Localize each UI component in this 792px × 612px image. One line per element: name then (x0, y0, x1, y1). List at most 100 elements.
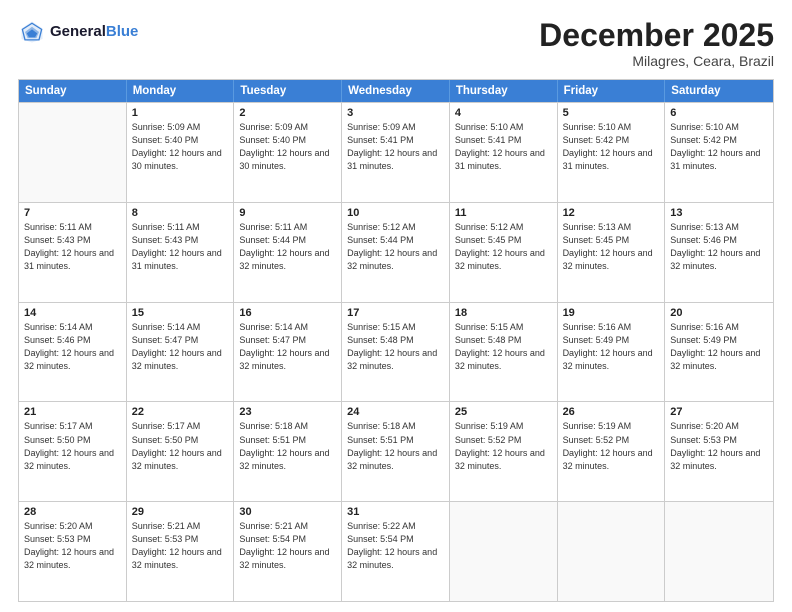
calendar-header: SundayMondayTuesdayWednesdayThursdayFrid… (19, 80, 773, 102)
day-number: 3 (347, 107, 444, 119)
logo-icon (18, 18, 46, 46)
calendar-cell: 26 Sunrise: 5:19 AM Sunset: 5:52 PM Dayli… (558, 402, 666, 501)
calendar-cell: 20 Sunrise: 5:16 AM Sunset: 5:49 PM Dayli… (665, 303, 773, 402)
calendar-cell: 12Sunrise: 5:13 AM Sunset: 5:45 PM Dayli… (558, 203, 666, 302)
month-title: December 2025 (539, 18, 774, 53)
day-number: 30 (239, 506, 336, 518)
calendar-cell: 18 Sunrise: 5:15 AM Sunset: 5:48 PM Dayli… (450, 303, 558, 402)
calendar-cell (19, 103, 127, 202)
calendar-cell (665, 502, 773, 601)
day-info: Sunrise: 5:10 AM Sunset: 5:41 PM Dayligh… (455, 121, 552, 173)
day-info: Sunrise: 5:16 AM Sunset: 5:49 PM Dayligh… (563, 321, 660, 373)
day-number: 7 (24, 207, 121, 219)
calendar-cell: 13Sunrise: 5:13 AM Sunset: 5:46 PM Dayli… (665, 203, 773, 302)
calendar-cell: 29 Sunrise: 5:21 AM Sunset: 5:53 PM Dayli… (127, 502, 235, 601)
day-of-week-header: Sunday (19, 80, 127, 102)
day-info: Sunrise: 5:11 AM Sunset: 5:43 PM Dayligh… (132, 221, 229, 273)
day-info: Sunrise: 5:16 AM Sunset: 5:49 PM Dayligh… (670, 321, 768, 373)
day-number: 20 (670, 307, 768, 319)
day-of-week-header: Monday (127, 80, 235, 102)
day-number: 29 (132, 506, 229, 518)
calendar-cell: 23Sunrise: 5:18 AM Sunset: 5:51 PM Dayli… (234, 402, 342, 501)
day-of-week-header: Saturday (665, 80, 773, 102)
day-number: 18 (455, 307, 552, 319)
header: GeneralBlue December 2025 Milagres, Cear… (18, 18, 774, 69)
calendar-cell: 31 Sunrise: 5:22 AM Sunset: 5:54 PM Dayli… (342, 502, 450, 601)
calendar-cell: 5 Sunrise: 5:10 AM Sunset: 5:42 PM Daylig… (558, 103, 666, 202)
day-info: Sunrise: 5:10 AM Sunset: 5:42 PM Dayligh… (670, 121, 768, 173)
calendar-cell: 9 Sunrise: 5:11 AM Sunset: 5:44 PM Daylig… (234, 203, 342, 302)
day-number: 26 (563, 406, 660, 418)
day-number: 16 (239, 307, 336, 319)
day-info: Sunrise: 5:11 AM Sunset: 5:43 PM Dayligh… (24, 221, 121, 273)
day-info: Sunrise: 5:13 AM Sunset: 5:45 PM Dayligh… (563, 221, 660, 273)
calendar-cell: 16 Sunrise: 5:14 AM Sunset: 5:47 PM Dayli… (234, 303, 342, 402)
day-info: Sunrise: 5:15 AM Sunset: 5:48 PM Dayligh… (347, 321, 444, 373)
day-number: 13 (670, 207, 768, 219)
calendar-cell: 19 Sunrise: 5:16 AM Sunset: 5:49 PM Dayli… (558, 303, 666, 402)
calendar-cell: 10Sunrise: 5:12 AM Sunset: 5:44 PM Dayli… (342, 203, 450, 302)
day-info: Sunrise: 5:14 AM Sunset: 5:47 PM Dayligh… (239, 321, 336, 373)
day-info: Sunrise: 5:15 AM Sunset: 5:48 PM Dayligh… (455, 321, 552, 373)
day-info: Sunrise: 5:19 AM Sunset: 5:52 PM Dayligh… (563, 420, 660, 472)
day-of-week-header: Thursday (450, 80, 558, 102)
day-info: Sunrise: 5:10 AM Sunset: 5:42 PM Dayligh… (563, 121, 660, 173)
day-number: 25 (455, 406, 552, 418)
day-info: Sunrise: 5:18 AM Sunset: 5:51 PM Dayligh… (239, 420, 336, 472)
day-info: Sunrise: 5:22 AM Sunset: 5:54 PM Dayligh… (347, 520, 444, 572)
day-number: 2 (239, 107, 336, 119)
calendar-cell: 24 Sunrise: 5:18 AM Sunset: 5:51 PM Dayli… (342, 402, 450, 501)
day-info: Sunrise: 5:09 AM Sunset: 5:40 PM Dayligh… (239, 121, 336, 173)
day-info: Sunrise: 5:18 AM Sunset: 5:51 PM Dayligh… (347, 420, 444, 472)
day-number: 8 (132, 207, 229, 219)
day-info: Sunrise: 5:20 AM Sunset: 5:53 PM Dayligh… (670, 420, 768, 472)
logo-text: GeneralBlue (50, 24, 138, 41)
calendar-cell: 11 Sunrise: 5:12 AM Sunset: 5:45 PM Dayli… (450, 203, 558, 302)
day-info: Sunrise: 5:09 AM Sunset: 5:40 PM Dayligh… (132, 121, 229, 173)
logo: GeneralBlue (18, 18, 138, 46)
day-info: Sunrise: 5:14 AM Sunset: 5:46 PM Dayligh… (24, 321, 121, 373)
day-number: 19 (563, 307, 660, 319)
day-number: 6 (670, 107, 768, 119)
calendar-cell: 7 Sunrise: 5:11 AM Sunset: 5:43 PM Daylig… (19, 203, 127, 302)
calendar-cell: 21 Sunrise: 5:17 AM Sunset: 5:50 PM Dayli… (19, 402, 127, 501)
day-number: 22 (132, 406, 229, 418)
title-block: December 2025 Milagres, Ceara, Brazil (539, 18, 774, 69)
day-number: 9 (239, 207, 336, 219)
calendar-cell: 25 Sunrise: 5:19 AM Sunset: 5:52 PM Dayli… (450, 402, 558, 501)
calendar-cell: 2 Sunrise: 5:09 AM Sunset: 5:40 PM Daylig… (234, 103, 342, 202)
calendar-cell: 3Sunrise: 5:09 AM Sunset: 5:41 PM Daylig… (342, 103, 450, 202)
calendar-cell: 1 Sunrise: 5:09 AM Sunset: 5:40 PM Daylig… (127, 103, 235, 202)
calendar-cell: 22 Sunrise: 5:17 AM Sunset: 5:50 PM Dayli… (127, 402, 235, 501)
calendar-cell: 6 Sunrise: 5:10 AM Sunset: 5:42 PM Daylig… (665, 103, 773, 202)
day-number: 1 (132, 107, 229, 119)
calendar-cell: 4 Sunrise: 5:10 AM Sunset: 5:41 PM Daylig… (450, 103, 558, 202)
day-number: 11 (455, 207, 552, 219)
day-info: Sunrise: 5:12 AM Sunset: 5:44 PM Dayligh… (347, 221, 444, 273)
day-info: Sunrise: 5:21 AM Sunset: 5:54 PM Dayligh… (239, 520, 336, 572)
calendar-cell (558, 502, 666, 601)
page: GeneralBlue December 2025 Milagres, Cear… (0, 0, 792, 612)
calendar-row: 28Sunrise: 5:20 AM Sunset: 5:53 PM Dayli… (19, 501, 773, 601)
day-number: 5 (563, 107, 660, 119)
calendar-row: 7 Sunrise: 5:11 AM Sunset: 5:43 PM Daylig… (19, 202, 773, 302)
calendar: SundayMondayTuesdayWednesdayThursdayFrid… (18, 79, 774, 602)
day-info: Sunrise: 5:17 AM Sunset: 5:50 PM Dayligh… (24, 420, 121, 472)
day-number: 24 (347, 406, 444, 418)
day-number: 4 (455, 107, 552, 119)
calendar-cell: 30 Sunrise: 5:21 AM Sunset: 5:54 PM Dayli… (234, 502, 342, 601)
day-info: Sunrise: 5:21 AM Sunset: 5:53 PM Dayligh… (132, 520, 229, 572)
calendar-cell: 27Sunrise: 5:20 AM Sunset: 5:53 PM Dayli… (665, 402, 773, 501)
day-number: 28 (24, 506, 121, 518)
day-number: 15 (132, 307, 229, 319)
day-info: Sunrise: 5:11 AM Sunset: 5:44 PM Dayligh… (239, 221, 336, 273)
location: Milagres, Ceara, Brazil (539, 53, 774, 69)
day-info: Sunrise: 5:19 AM Sunset: 5:52 PM Dayligh… (455, 420, 552, 472)
day-number: 31 (347, 506, 444, 518)
day-info: Sunrise: 5:12 AM Sunset: 5:45 PM Dayligh… (455, 221, 552, 273)
day-number: 17 (347, 307, 444, 319)
day-number: 21 (24, 406, 121, 418)
day-of-week-header: Wednesday (342, 80, 450, 102)
day-info: Sunrise: 5:17 AM Sunset: 5:50 PM Dayligh… (132, 420, 229, 472)
day-of-week-header: Friday (558, 80, 666, 102)
